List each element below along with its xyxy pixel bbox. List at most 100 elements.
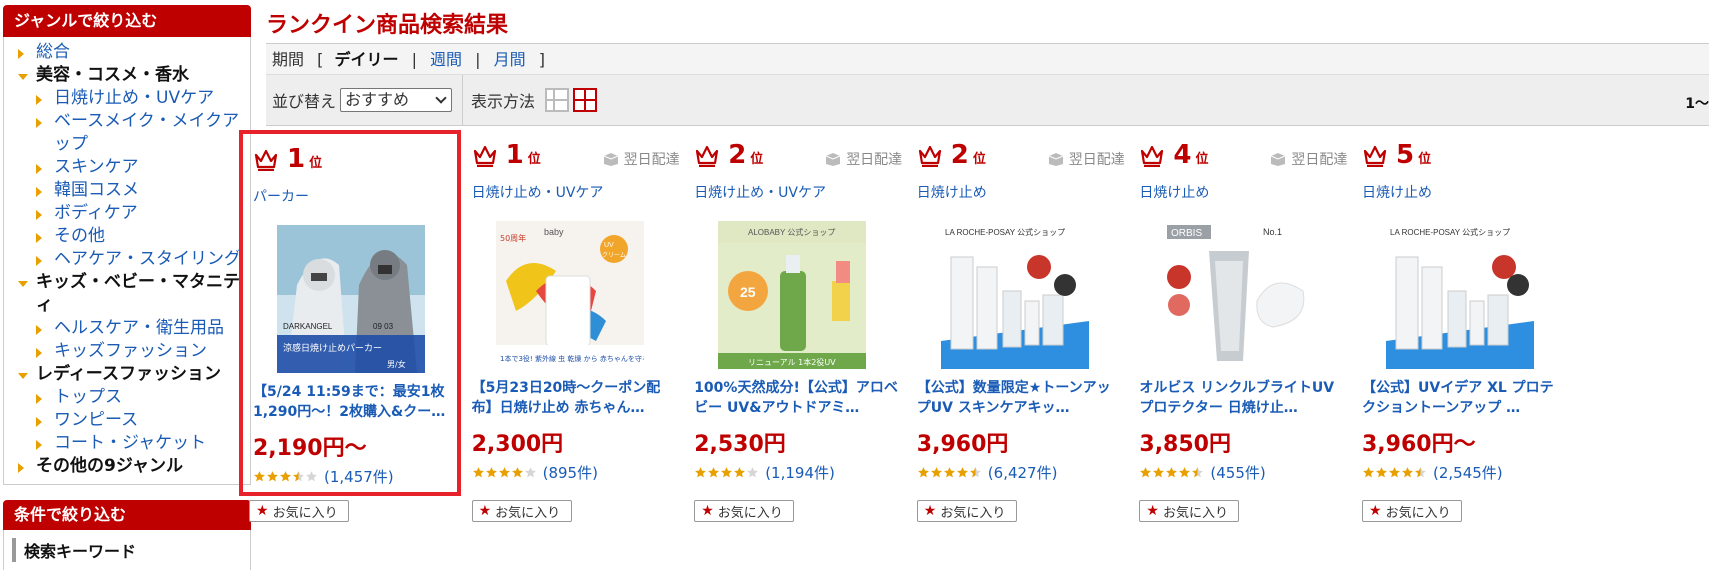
product-price: 3,960円〜 (1362, 432, 1476, 457)
favorite-star-icon: ★ (256, 503, 269, 519)
product-genre-link[interactable]: パーカー (253, 186, 309, 206)
rating-star-icon (306, 471, 317, 482)
rating-star-icon (695, 467, 707, 478)
product-title-link[interactable]: 100%天然成分!【公式】アロベビー UV&アウトドアミ… (694, 378, 899, 418)
favorite-button[interactable]: ★ お気に入り (471, 500, 572, 522)
rating-star-icon (485, 467, 497, 478)
rank-number: 4 (1173, 140, 1192, 170)
product-price: 3,960円 (916, 432, 1009, 457)
genre-subcategory[interactable]: ヘルスケア・衛生用品 (4, 317, 250, 340)
review-count-link[interactable]: (1,457件) (324, 466, 394, 487)
rating-star-icon (1402, 467, 1413, 478)
product-genre-link[interactable]: 日焼け止め・UVケア (694, 182, 826, 202)
genre-subcategory[interactable]: トップス (4, 386, 250, 409)
review-count-link[interactable]: (1,194件) (765, 462, 835, 483)
genre-subcategory[interactable]: 韓国コスメ (4, 179, 250, 202)
rating-star-icon (943, 467, 955, 478)
caret-right-icon (18, 49, 24, 59)
genre-category[interactable]: 総合 (4, 41, 250, 64)
product-title-link[interactable]: 【公式】UVイデア XL プロテクショントーンアップ … (1362, 378, 1567, 418)
rating-star-icon (708, 467, 720, 478)
product-image[interactable]: UV クリーム baby 50周年 1本で3役! 紫外線 虫 乾燥 から 赤ちゃ… (495, 221, 644, 369)
next-day-delivery-badge: 翌日配達 (1269, 149, 1347, 169)
thumb-text: DARKANGEL (283, 322, 333, 331)
favorite-label: お気に入り (272, 505, 338, 521)
genre-subcategory[interactable]: ワンピース (4, 409, 250, 432)
product-image[interactable]: ALOBABY 公式ショップ 25 リニューアル 1本2役UV (718, 221, 867, 369)
favorite-button[interactable]: ★ お気に入り (694, 500, 795, 522)
thumb-text: リニューアル 1本2役UV (748, 357, 836, 367)
genre-subcategory[interactable]: ヘアケア・スタイリング (4, 248, 250, 271)
product-image[interactable]: LA ROCHE-POSAY 公式ショップ (940, 221, 1089, 369)
favorite-button[interactable]: ★ お気に入り (1362, 500, 1462, 522)
product-card[interactable]: 1 位 翌日配達 日焼け止め・UVケア UV クリーム baby 50周年 1本… (462, 130, 682, 494)
review-count-link[interactable]: (2,545件) (1433, 462, 1503, 483)
period-weekly-link[interactable]: 週間 (430, 50, 462, 69)
genre-category[interactable]: その他の9ジャンル (4, 455, 250, 478)
crown-icon (696, 145, 719, 167)
genre-category[interactable]: キッズ・ベビー・マタニティ (4, 271, 250, 317)
rank-unit: 位 (309, 156, 323, 171)
caret-down-icon (18, 74, 28, 80)
rating-stars (694, 466, 759, 479)
product-image[interactable]: DARKANGEL 09 03 涼感日焼け止めパーカー 男/女 (277, 225, 425, 373)
product-title-link[interactable]: 【5/24 11:59まで：最安1枚1,290円〜！2枚購入&クー… (253, 382, 458, 422)
product-card[interactable]: 4 位 翌日配達 日焼け止め ORBIS No.1 オルビス リンクルブライトU… (1129, 130, 1349, 494)
rating-stars (1139, 466, 1204, 479)
list-view-button[interactable] (545, 88, 570, 112)
rank-number: 2 (950, 140, 969, 170)
genre-category[interactable]: レディースファッション (4, 363, 250, 386)
next-day-delivery-badge: 翌日配達 (824, 149, 902, 169)
thumb-text: 男/女 (387, 359, 406, 369)
period-monthly-link[interactable]: 月間 (494, 50, 526, 69)
product-card[interactable]: 1 位 パーカー DARKANGEL 09 03 涼感日焼け止めパーカー 男/女… (239, 130, 461, 496)
product-genre-link[interactable]: 日焼け止め (1362, 182, 1432, 202)
period-selector: 期間 [ デイリー | 週間 | 月間 ] (266, 44, 1709, 75)
crown-icon (1141, 145, 1164, 167)
product-title-link[interactable]: 【公式】数量限定★トーンアップUV スキンケアキッ… (917, 378, 1122, 418)
genre-category[interactable]: 美容・コスメ・香水 (4, 64, 250, 87)
rating-star-icon (734, 467, 746, 478)
genre-subcategory[interactable]: コート・ジャケット (4, 432, 250, 455)
favorite-button[interactable]: ★ お気に入り (916, 500, 1017, 522)
favorite-button[interactable]: ★ お気に入り (249, 500, 349, 522)
caret-right-icon (36, 394, 42, 404)
thumb-text: UV (604, 242, 614, 249)
product-genre-link[interactable]: 日焼け止め・UVケア (472, 182, 604, 202)
product-title-link[interactable]: オルビス リンクルブライトUVプロテクター 日焼け止… (1139, 378, 1344, 418)
rating-stars (917, 466, 982, 479)
genre-subcategory[interactable]: その他 (4, 225, 250, 248)
product-genre-link[interactable]: 日焼け止め (1139, 182, 1209, 202)
rating-star-icon (511, 467, 523, 478)
product-card[interactable]: 2 位 翌日配達 日焼け止め LA ROCHE-POSAY 公式ショップ 【公式… (907, 130, 1127, 494)
genre-subcategory[interactable]: ベースメイク・メイクアップ (4, 110, 250, 156)
product-title-link[interactable]: 【5月23日20時〜クーポン配布】日焼け止め 赤ちゃん… (472, 378, 677, 418)
genre-subcategory[interactable]: スキンケア (4, 156, 250, 179)
favorite-label: お気に入り (717, 505, 783, 521)
product-card[interactable]: 5 位 日焼け止め LA ROCHE-POSAY 公式ショップ 【公式】UVイデ… (1352, 130, 1572, 494)
product-genre-link[interactable]: 日焼け止め (917, 182, 987, 202)
product-card[interactable]: 2 位 翌日配達 日焼け止め・UVケア ALOBABY 公式ショップ 25 リニ… (684, 130, 904, 494)
favorite-star-icon: ★ (701, 503, 714, 519)
product-image[interactable]: ORBIS No.1 (1163, 221, 1312, 369)
product-image[interactable]: LA ROCHE-POSAY 公式ショップ (1386, 221, 1534, 369)
review-count-link[interactable]: (455件) (1210, 462, 1265, 483)
rating-star-icon (1192, 467, 1204, 478)
rank-unit: 位 (1418, 152, 1432, 167)
favorite-button[interactable]: ★ お気に入り (1139, 500, 1240, 522)
rating-star-icon (1153, 467, 1165, 478)
grid-view-button[interactable] (573, 88, 598, 112)
rank-badge: 1 位 (253, 144, 322, 174)
review-count-link[interactable]: (6,427件) (988, 462, 1058, 483)
genre-filter-panel: ジャンルで絞り込む 総合 美容・コスメ・香水 日焼け止め・UVケア ベースメイク・メイ… (3, 5, 251, 485)
caret-right-icon (36, 440, 42, 450)
condition-filter-title: 条件で絞り込む (3, 500, 251, 530)
genre-subcategory[interactable]: 日焼け止め・UVケア (4, 87, 250, 110)
period-separator: | (411, 50, 417, 69)
review-count-link[interactable]: (895件) (543, 462, 598, 483)
genre-subcategory[interactable]: ボディケア (4, 202, 250, 225)
genre-subcategory[interactable]: キッズファッション (4, 340, 250, 363)
sort-select[interactable]: おすすめ (340, 88, 453, 112)
rating-star-icon (747, 467, 759, 478)
genre-label: 美容・コスメ・香水 (36, 65, 189, 85)
